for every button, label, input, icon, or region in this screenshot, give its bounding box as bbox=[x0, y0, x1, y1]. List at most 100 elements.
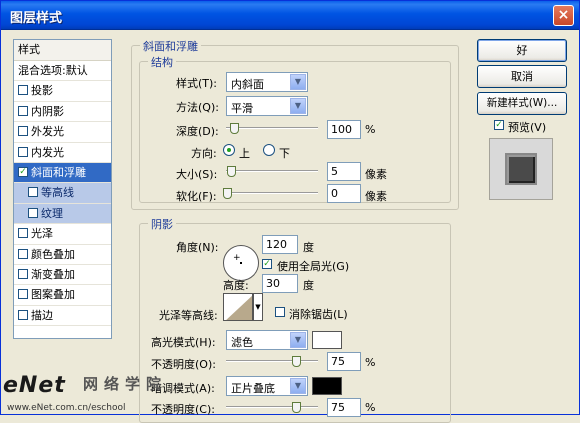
sidebar-item-drop-shadow[interactable]: 投影 bbox=[14, 81, 111, 102]
highlight-opacity-input[interactable]: 75 bbox=[327, 352, 361, 371]
technique-select-value: 平滑 bbox=[231, 102, 253, 115]
cancel-button[interactable]: 取消 bbox=[477, 65, 567, 88]
soften-slider[interactable] bbox=[226, 192, 318, 194]
shadow-mode-value: 正片叠底 bbox=[231, 382, 275, 395]
shadow-opacity-input[interactable]: 75 bbox=[327, 398, 361, 417]
global-light-checkbox[interactable]: ✓ bbox=[262, 259, 272, 269]
sidebar-item-bevel-emboss[interactable]: ✓ 斜面和浮雕 bbox=[14, 162, 111, 184]
highlight-mode-value: 滤色 bbox=[231, 336, 253, 349]
bevel-emboss-checkbox[interactable]: ✓ bbox=[18, 166, 28, 177]
chevron-down-icon[interactable]: ▼ bbox=[290, 378, 306, 394]
chevron-down-icon[interactable]: ▼ bbox=[290, 98, 306, 114]
pattern-overlay-checkbox[interactable] bbox=[18, 289, 28, 300]
sidebar-item-texture[interactable]: 纹理 bbox=[14, 203, 111, 225]
satin-checkbox[interactable] bbox=[18, 228, 28, 239]
anti-aliased-label[interactable]: 消除锯齿(L) bbox=[289, 306, 348, 322]
altitude-label: 高度: bbox=[223, 279, 249, 292]
texture-checkbox[interactable] bbox=[28, 207, 38, 218]
ok-button[interactable]: 好 bbox=[477, 39, 567, 62]
inner-shadow-checkbox[interactable] bbox=[18, 105, 28, 116]
sidebar-item-satin[interactable]: 光泽 bbox=[14, 224, 111, 245]
gradient-overlay-checkbox[interactable] bbox=[18, 268, 28, 279]
shading-title: 阴影 bbox=[148, 216, 176, 232]
contour-preview-icon bbox=[224, 294, 252, 320]
bevel-emboss-title: 斜面和浮雕 bbox=[140, 38, 201, 54]
style-select[interactable]: 内斜面 ▼ bbox=[226, 72, 308, 92]
direction-up-radio[interactable] bbox=[223, 144, 235, 156]
angle-dial[interactable]: + bbox=[223, 245, 259, 281]
anti-aliased-checkbox[interactable] bbox=[275, 307, 285, 317]
highlight-opacity-unit: % bbox=[365, 356, 376, 369]
gloss-contour-dropdown[interactable]: ▼ bbox=[253, 293, 263, 321]
highlight-mode-select[interactable]: 滤色 ▼ bbox=[226, 330, 308, 350]
new-style-button[interactable]: 新建样式(W)... bbox=[477, 92, 567, 115]
shadow-opacity-slider[interactable] bbox=[226, 406, 318, 408]
sidebar-item-contour[interactable]: 等高线 bbox=[14, 183, 111, 204]
direction-up-label[interactable]: 上 bbox=[239, 145, 250, 161]
sidebar-item-inner-glow[interactable]: 内发光 bbox=[14, 143, 111, 163]
angle-input[interactable]: 120 bbox=[262, 235, 298, 254]
highlight-color-swatch[interactable] bbox=[312, 331, 342, 349]
contour-checkbox[interactable] bbox=[28, 187, 38, 198]
depth-input[interactable]: 100 bbox=[327, 120, 361, 139]
soften-label: 软化(F): bbox=[176, 190, 217, 203]
chevron-down-icon[interactable]: ▼ bbox=[290, 74, 306, 90]
preview-swatch bbox=[505, 153, 537, 185]
sidebar-item-pattern-overlay[interactable]: 图案叠加 bbox=[14, 285, 111, 306]
style-select-value: 内斜面 bbox=[231, 78, 264, 91]
direction-down-radio[interactable] bbox=[263, 144, 275, 156]
size-label: 大小(S): bbox=[176, 168, 218, 181]
sidebar-item-blending-options[interactable]: 混合选项:默认 bbox=[14, 61, 111, 82]
styles-list-header[interactable]: 样式 bbox=[14, 40, 111, 61]
style-label: 样式(T): bbox=[176, 77, 218, 90]
direction-down-label[interactable]: 下 bbox=[279, 145, 290, 161]
sidebar-item-stroke[interactable]: 描边 bbox=[14, 306, 111, 327]
shadow-color-swatch[interactable] bbox=[312, 377, 342, 395]
preview-label[interactable]: 预览(V) bbox=[508, 119, 546, 135]
soften-slider-thumb[interactable] bbox=[223, 188, 232, 199]
sidebar-item-color-overlay[interactable]: 颜色叠加 bbox=[14, 245, 111, 265]
shadow-opacity-thumb[interactable] bbox=[292, 402, 301, 413]
preview-checkbox[interactable]: ✓ bbox=[494, 120, 504, 130]
title-bar[interactable]: 图层样式 × bbox=[1, 1, 579, 30]
close-button[interactable]: × bbox=[553, 5, 574, 26]
highlight-mode-label: 高光模式(H): bbox=[151, 336, 216, 349]
global-light-label[interactable]: 使用全局光(G) bbox=[277, 258, 349, 274]
size-input[interactable]: 5 bbox=[327, 162, 361, 181]
technique-label: 方法(Q): bbox=[176, 101, 219, 114]
shadow-opacity-unit: % bbox=[365, 401, 376, 414]
stroke-checkbox[interactable] bbox=[18, 309, 28, 320]
depth-slider-thumb[interactable] bbox=[230, 123, 239, 134]
depth-slider[interactable] bbox=[226, 127, 318, 129]
shadow-mode-select[interactable]: 正片叠底 ▼ bbox=[226, 376, 308, 396]
technique-select[interactable]: 平滑 ▼ bbox=[226, 96, 308, 116]
altitude-unit: 度 bbox=[303, 279, 314, 292]
drop-shadow-checkbox[interactable] bbox=[18, 85, 28, 96]
chevron-down-icon[interactable]: ▼ bbox=[290, 332, 306, 348]
watermark-url: www.eNet.com.cn/eschool bbox=[7, 403, 126, 413]
depth-unit: % bbox=[365, 123, 376, 136]
gloss-contour-picker[interactable] bbox=[223, 293, 253, 321]
soften-input[interactable]: 0 bbox=[327, 184, 361, 203]
structure-title: 结构 bbox=[148, 54, 176, 70]
highlight-opacity-thumb[interactable] bbox=[292, 356, 301, 367]
highlight-opacity-slider[interactable] bbox=[226, 360, 318, 362]
angle-unit: 度 bbox=[303, 241, 314, 254]
inner-glow-checkbox[interactable] bbox=[18, 146, 28, 157]
altitude-input[interactable]: 30 bbox=[262, 274, 298, 293]
soften-unit: 像素 bbox=[365, 190, 387, 203]
size-slider-thumb[interactable] bbox=[227, 166, 236, 177]
style-preview bbox=[489, 138, 553, 200]
direction-label: 方向: bbox=[191, 147, 217, 160]
size-unit: 像素 bbox=[365, 168, 387, 181]
highlight-opacity-label: 不透明度(O): bbox=[151, 358, 216, 371]
sidebar-item-gradient-overlay[interactable]: 渐变叠加 bbox=[14, 265, 111, 286]
color-overlay-checkbox[interactable] bbox=[18, 248, 28, 259]
size-slider[interactable] bbox=[226, 170, 318, 172]
sidebar-item-outer-glow[interactable]: 外发光 bbox=[14, 122, 111, 143]
sidebar-item-inner-shadow[interactable]: 内阴影 bbox=[14, 102, 111, 123]
gloss-contour-label: 光泽等高线: bbox=[159, 309, 218, 322]
layer-style-dialog: 图层样式 × 样式 混合选项:默认 投影 内阴影 外发光 内发光 ✓ 斜面和浮雕 … bbox=[0, 0, 580, 423]
enet-watermark-logo: eNet bbox=[3, 373, 66, 398]
outer-glow-checkbox[interactable] bbox=[18, 126, 28, 137]
